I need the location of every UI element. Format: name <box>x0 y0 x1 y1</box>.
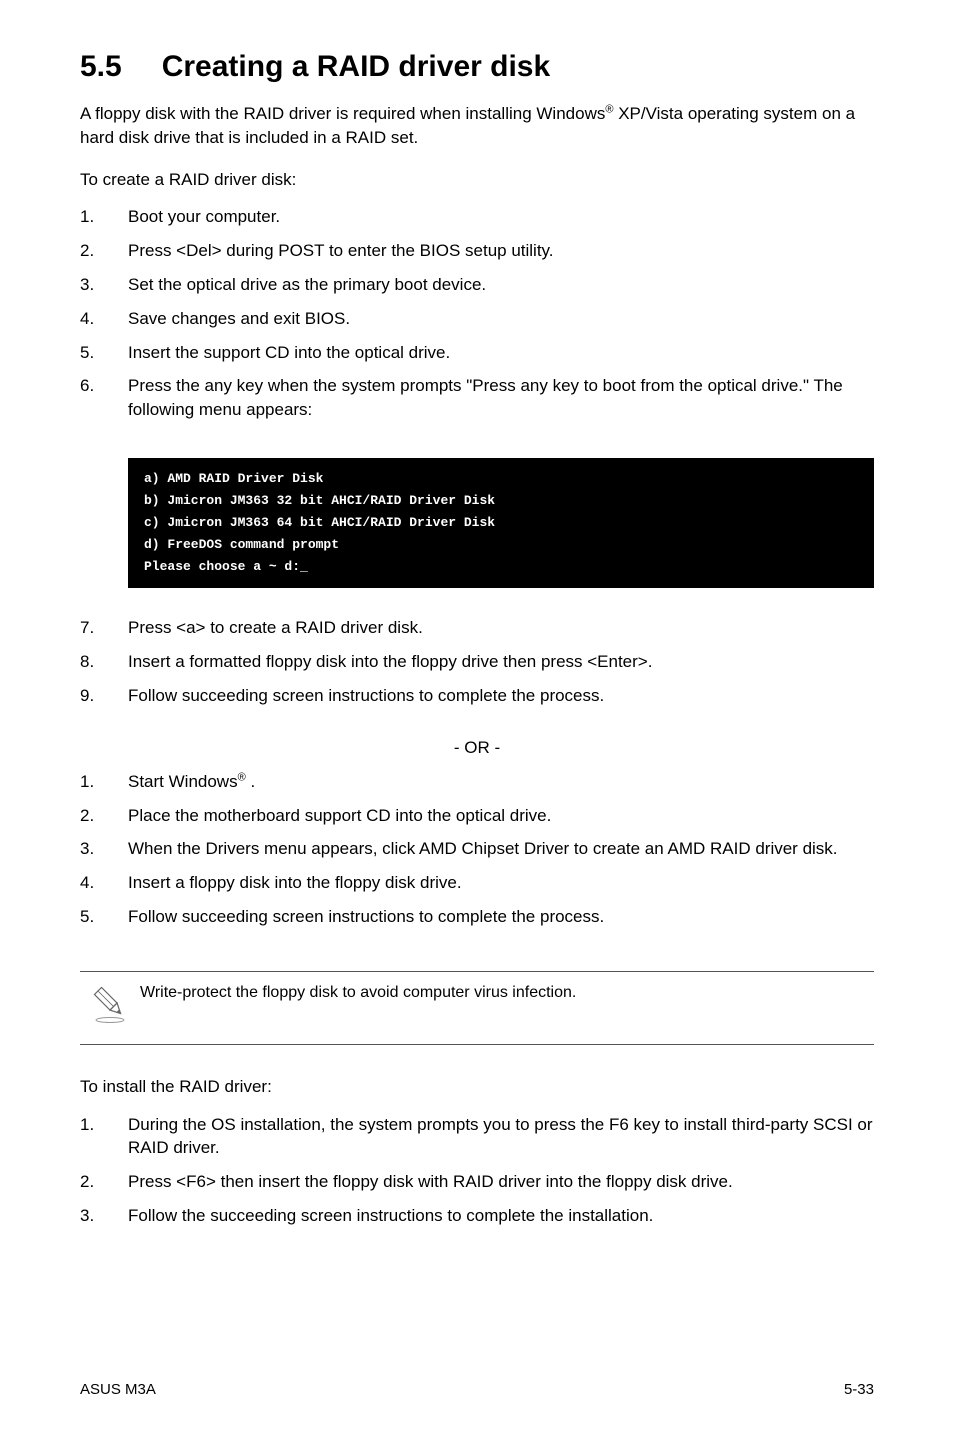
step-number: 1. <box>80 770 128 794</box>
step-number: 9. <box>80 684 128 708</box>
list-item: 3.Set the optical drive as the primary b… <box>80 273 874 297</box>
step-text: Press <Del> during POST to enter the BIO… <box>128 239 874 263</box>
list-item: 9.Follow succeeding screen instructions … <box>80 684 874 708</box>
list-item: 7.Press <a> to create a RAID driver disk… <box>80 616 874 640</box>
step-text: Insert the support CD into the optical d… <box>128 341 874 365</box>
step-text: Follow succeeding screen instructions to… <box>128 684 874 708</box>
section-label-create: To create a RAID driver disk: <box>80 168 874 192</box>
code-line: Please choose a ~ d:_ <box>144 559 308 574</box>
code-line: c) Jmicron JM363 64 bit AHCI/RAID Driver… <box>144 515 495 530</box>
intro-prefix: A floppy disk with the RAID driver is re… <box>80 104 605 123</box>
list-item: 5.Follow succeeding screen instructions … <box>80 905 874 929</box>
heading-number: 5.5 <box>80 50 122 84</box>
step-text: Place the motherboard support CD into th… <box>128 804 874 828</box>
footer-left: ASUS M3A <box>80 1381 156 1398</box>
list-item: 8.Insert a formatted floppy disk into th… <box>80 650 874 674</box>
footer-right: 5-33 <box>844 1381 874 1398</box>
terminal-output: a) AMD RAID Driver Disk b) Jmicron JM363… <box>128 458 874 588</box>
step-number: 4. <box>80 871 128 895</box>
step-number: 6. <box>80 374 128 422</box>
steps-list-3: 1.Start Windows® . 2.Place the motherboa… <box>80 770 874 939</box>
list-item: 1.During the OS installation, the system… <box>80 1113 874 1161</box>
steps-list-2: 7.Press <a> to create a RAID driver disk… <box>80 616 874 717</box>
section-label-install: To install the RAID driver: <box>80 1075 874 1099</box>
list-item: 1.Boot your computer. <box>80 205 874 229</box>
step-suffix: . <box>246 772 255 791</box>
step-number: 3. <box>80 1204 128 1228</box>
step-text: Press <F6> then insert the floppy disk w… <box>128 1170 874 1194</box>
code-line: a) AMD RAID Driver Disk <box>144 471 323 486</box>
step-text: When the Drivers menu appears, click AMD… <box>128 837 874 861</box>
step-number: 8. <box>80 650 128 674</box>
pencil-icon <box>80 980 140 1024</box>
step-number: 3. <box>80 837 128 861</box>
list-item: 4.Save changes and exit BIOS. <box>80 307 874 331</box>
step-number: 3. <box>80 273 128 297</box>
page-title: 5.5 Creating a RAID driver disk <box>80 50 874 84</box>
list-item: 3.When the Drivers menu appears, click A… <box>80 837 874 861</box>
note-box: Write-protect the floppy disk to avoid c… <box>80 971 874 1045</box>
list-item: 4.Insert a floppy disk into the floppy d… <box>80 871 874 895</box>
note-text: Write-protect the floppy disk to avoid c… <box>140 980 874 1004</box>
step-text: During the OS installation, the system p… <box>128 1113 874 1161</box>
list-item: 6.Press the any key when the system prom… <box>80 374 874 422</box>
step-number: 4. <box>80 307 128 331</box>
registered-mark: ® <box>238 771 246 783</box>
step-number: 7. <box>80 616 128 640</box>
step-text: Press the any key when the system prompt… <box>128 374 874 422</box>
step-text: Save changes and exit BIOS. <box>128 307 874 331</box>
step-number: 5. <box>80 341 128 365</box>
step-text: Follow succeeding screen instructions to… <box>128 905 874 929</box>
step-number: 2. <box>80 239 128 263</box>
list-item: 1.Start Windows® . <box>80 770 874 794</box>
intro-paragraph: A floppy disk with the RAID driver is re… <box>80 102 874 150</box>
page-footer: ASUS M3A 5-33 <box>80 1361 874 1398</box>
heading-text: Creating a RAID driver disk <box>162 50 550 84</box>
step-prefix: Start Windows <box>128 772 238 791</box>
or-divider: - OR - <box>80 738 874 758</box>
step-number: 2. <box>80 804 128 828</box>
step-text: Insert a formatted floppy disk into the … <box>128 650 874 674</box>
step-number: 2. <box>80 1170 128 1194</box>
step-text: Insert a floppy disk into the floppy dis… <box>128 871 874 895</box>
list-item: 3.Follow the succeeding screen instructi… <box>80 1204 874 1228</box>
step-text: Start Windows® . <box>128 770 874 794</box>
step-text: Press <a> to create a RAID driver disk. <box>128 616 874 640</box>
list-item: 2.Press <F6> then insert the floppy disk… <box>80 1170 874 1194</box>
list-item: 2.Press <Del> during POST to enter the B… <box>80 239 874 263</box>
step-text: Set the optical drive as the primary boo… <box>128 273 874 297</box>
code-line: d) FreeDOS command prompt <box>144 537 339 552</box>
step-number: 5. <box>80 905 128 929</box>
step-text: Boot your computer. <box>128 205 874 229</box>
code-line: b) Jmicron JM363 32 bit AHCI/RAID Driver… <box>144 493 495 508</box>
step-number: 1. <box>80 1113 128 1161</box>
steps-list-4: 1.During the OS installation, the system… <box>80 1113 874 1238</box>
steps-list-1: 1.Boot your computer. 2.Press <Del> duri… <box>80 205 874 432</box>
list-item: 5.Insert the support CD into the optical… <box>80 341 874 365</box>
list-item: 2.Place the motherboard support CD into … <box>80 804 874 828</box>
step-number: 1. <box>80 205 128 229</box>
step-text: Follow the succeeding screen instruction… <box>128 1204 874 1228</box>
